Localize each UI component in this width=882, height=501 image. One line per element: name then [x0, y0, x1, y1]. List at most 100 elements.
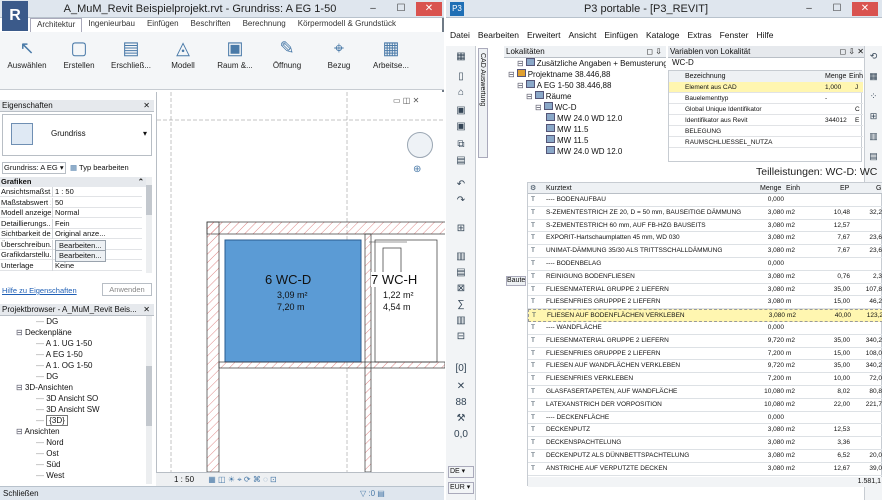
- properties-scroll-thumb[interactable]: [146, 185, 152, 215]
- tree-item[interactable]: — A EG 1-50: [36, 349, 83, 360]
- filter-icon[interactable]: ▽ :0 ▤: [360, 487, 385, 501]
- table-icon[interactable]: ▤: [453, 154, 469, 168]
- tree-item[interactable]: — A 1. OG 1-50: [36, 360, 92, 371]
- p3-menu-1[interactable]: Bearbeiten: [478, 30, 519, 44]
- tree-item[interactable]: — West: [36, 470, 64, 481]
- ribbon-button-4[interactable]: ▣ Raum &...: [210, 34, 260, 86]
- revit-close-button[interactable]: ✕: [416, 2, 442, 16]
- tree-item[interactable]: — Ost: [36, 448, 59, 459]
- properties-close-icon[interactable]: ✕: [143, 100, 150, 112]
- locality-item[interactable]: MW 11.5: [544, 124, 588, 135]
- table-row[interactable]: T FLIESENFRIES VERKLEBEN 7,200 m 10,00 72,0: [528, 373, 882, 386]
- locality-item[interactable]: ⊟ Zusätzliche Angaben + Bemusterung: [517, 58, 666, 69]
- locality-item[interactable]: ⊟ A EG 1-50 38.446,88: [517, 80, 611, 91]
- open-icon[interactable]: ⌂: [453, 86, 469, 100]
- copy-icon[interactable]: ⧉: [453, 138, 469, 152]
- ribbon-button-0[interactable]: ↖ Auswählen: [2, 34, 52, 86]
- calc-icon[interactable]: ⊞: [453, 222, 469, 236]
- localities-pin-icon[interactable]: ◻ ⇩: [646, 46, 662, 58]
- table-row[interactable]: T FLIESENFRIES GRUPPPE 2 LIEFERN 3,080 m 15,…: [528, 296, 882, 310]
- variable-row[interactable]: BELEGUNG: [669, 126, 863, 137]
- tree-icon[interactable]: ⊞: [865, 106, 882, 126]
- p3-close-button[interactable]: ✕: [852, 2, 878, 16]
- variable-row[interactable]: RAUMSCHLUESSEL_NUTZA: [669, 137, 863, 148]
- table-row[interactable]: T UNIMAT-DÄMMUNG 35/30 ALS TRITTSSCHALLDÄ…: [528, 245, 882, 258]
- multiply-icon[interactable]: ✕: [453, 380, 469, 394]
- revit-tab-0[interactable]: Architektur: [30, 18, 83, 32]
- drawing-canvas[interactable]: ⊕ ▭ ◫ ✕ 6 WC-D 3,09 m² 7,20 m 7 WC-H 1,2…: [156, 92, 445, 472]
- table-row[interactable]: T FLIESENFRIES GRUPPPE 2 LIEFERN 7,200 m 15,…: [528, 348, 882, 361]
- ribbon-button-6[interactable]: ⌖ Bezug: [314, 34, 364, 86]
- table-row[interactable]: T DECKENPUTZ 3,080 m2 12,53: [528, 424, 882, 438]
- chart-icon[interactable]: ▥: [453, 250, 469, 264]
- layout-icon[interactable]: ⊟: [453, 330, 469, 344]
- locality-item[interactable]: ⊟ Räume: [526, 91, 572, 102]
- bracket-icon[interactable]: [0]: [453, 362, 469, 376]
- p3-menu-6[interactable]: Extras: [688, 30, 712, 44]
- table-row[interactable]: T ---- WANDFLÄCHE 0,000: [528, 322, 882, 335]
- cad-auswertung-tab[interactable]: CAD Auswertung: [478, 48, 488, 158]
- revit-maximize-button[interactable]: ☐: [388, 2, 414, 16]
- table-row[interactable]: T S-ZEMENTESTRICH 60 mm, AUF FB-HZG BAUSE…: [528, 220, 882, 233]
- save-icon[interactable]: ▣: [453, 104, 469, 118]
- revit-tab-5[interactable]: Körpermodell & Grundstück: [292, 18, 402, 32]
- revit-minimize-button[interactable]: –: [360, 2, 386, 16]
- list-icon[interactable]: ▤: [453, 266, 469, 280]
- expand-icon[interactable]: ⊟: [16, 328, 25, 337]
- formula-icon[interactable]: ∑: [453, 298, 469, 312]
- table-row[interactable]: T DECKENSPACHTELUNG 3,080 m2 3,36: [528, 437, 882, 450]
- variable-row[interactable]: Element aus CAD 1,000 J: [669, 82, 863, 93]
- p3-menu-0[interactable]: Datei: [450, 30, 470, 44]
- variables-close-icon[interactable]: ◻ ⇩ ✕: [840, 46, 865, 58]
- table-row[interactable]: T ---- DECKENFLÄCHE 0,000: [528, 412, 882, 425]
- variable-row[interactable]: Identifikator aus Revit 344012 E: [669, 115, 863, 126]
- edit-type-button[interactable]: ▦ Typ bearbeiten: [70, 162, 154, 174]
- table-row[interactable]: T FLIESENMATERIAL GRUPPE 2 LIEFERN 9,720 m2…: [528, 335, 882, 348]
- table-row[interactable]: T ANSTRICHE AUF VERPUTZTE DECKEN 3,080 m2 12…: [528, 463, 882, 476]
- scale-label[interactable]: 1 : 50: [174, 475, 194, 484]
- variable-row[interactable]: Global Unique Identifikator C: [669, 104, 863, 115]
- locality-item[interactable]: MW 24.0 WD 12.0: [544, 146, 622, 157]
- expand-icon[interactable]: ⊟: [526, 92, 533, 101]
- language-select[interactable]: DE ▾: [448, 466, 474, 478]
- locality-item[interactable]: ⊟ WC-D: [535, 102, 576, 113]
- p3-menu-7[interactable]: Fenster: [720, 30, 749, 44]
- table-row[interactable]: T FLIESEN AUF WANDFLÄCHEN VERKLEBEN 9,720 m…: [528, 360, 882, 374]
- filter-icon[interactable]: ▥: [453, 314, 469, 328]
- ribbon-button-1[interactable]: ▢ Erstellen: [54, 34, 104, 86]
- columns-icon[interactable]: ▥: [865, 126, 882, 146]
- locality-item[interactable]: MW 24.0 WD 12.0: [544, 113, 622, 124]
- tree-item[interactable]: ⊟ Ansichten: [16, 426, 60, 437]
- grid-settings-icon[interactable]: ⚙: [530, 183, 536, 194]
- locality-item[interactable]: MW 11.5: [544, 135, 588, 146]
- expand-icon[interactable]: ⊟: [517, 81, 524, 90]
- help-properties-link[interactable]: Hilfe zu Eigenschaften: [2, 286, 77, 295]
- ribbon-button-5[interactable]: ✎ Öffnung: [262, 34, 312, 86]
- revit-logo-icon[interactable]: R: [2, 1, 28, 31]
- tree-item[interactable]: — DG: [36, 316, 58, 327]
- project-browser-scroll-thumb[interactable]: [146, 366, 152, 426]
- dots-icon[interactable]: ⁘: [865, 86, 882, 106]
- revit-tab-2[interactable]: Einfügen: [141, 18, 185, 32]
- apply-button[interactable]: Anwenden: [102, 283, 152, 296]
- bauteil-tab[interactable]: Baute: [506, 276, 526, 286]
- view-selector[interactable]: Grundriss: A EG ▾: [2, 162, 66, 174]
- currency-select[interactable]: EUR ▾: [448, 482, 474, 494]
- table-row[interactable]: T DECKENPUTZ ALS DÜNNBETTSPACHTELUNG 3,080…: [528, 450, 882, 463]
- ribbon-button-2[interactable]: ▤ Erschließ...: [106, 34, 156, 86]
- p3-menu-8[interactable]: Hilfe: [756, 30, 773, 44]
- table-row[interactable]: T GLASFASERTAPETEN, AUF WANDFLÄCHE 10,080 m…: [528, 386, 882, 399]
- p3-app-icon[interactable]: P3: [450, 2, 464, 16]
- view-control-icons[interactable]: ▦ ◫ ☀ ⌖ ⟳ ⌘ ◌ ⊡: [208, 475, 277, 484]
- tree-item[interactable]: — DG: [36, 371, 58, 382]
- tree-item[interactable]: — Süd: [36, 459, 60, 470]
- p3-menu-3[interactable]: Ansicht: [569, 30, 597, 44]
- revit-tab-3[interactable]: Beschriften: [185, 18, 237, 32]
- stack-icon[interactable]: ▤: [865, 146, 882, 166]
- tools-icon[interactable]: ⚒: [453, 412, 469, 426]
- p3-minimize-button[interactable]: –: [796, 2, 822, 16]
- new-document-icon[interactable]: ▯: [453, 70, 469, 84]
- undo-icon[interactable]: ↶: [453, 178, 469, 192]
- tree-item[interactable]: — {3D}: [36, 415, 68, 426]
- locality-item[interactable]: ⊟ Projektname 38.446,88: [508, 69, 610, 80]
